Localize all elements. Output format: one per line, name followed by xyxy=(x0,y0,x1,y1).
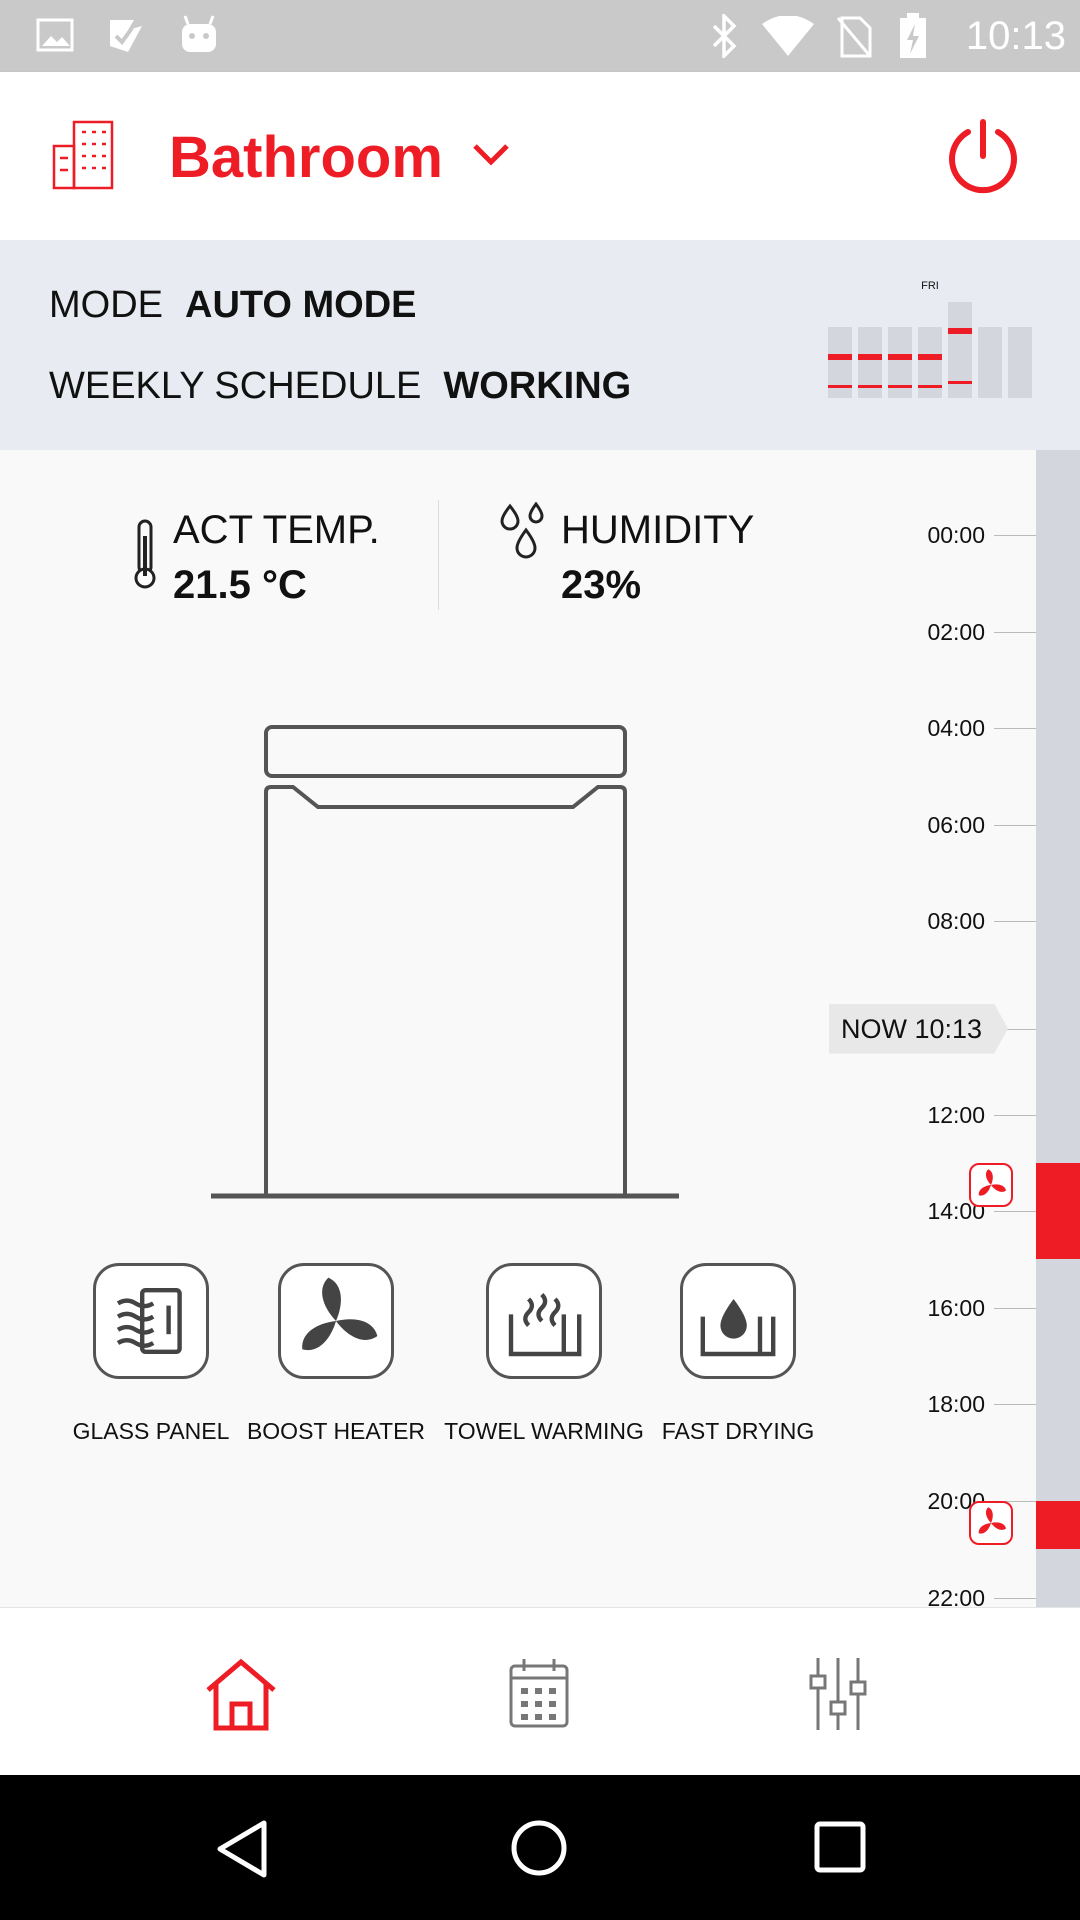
day-bar xyxy=(978,327,1002,398)
hour-label: 04:00 xyxy=(927,715,985,742)
app-header: Bathroom xyxy=(0,72,1080,240)
battery-charging-icon xyxy=(900,13,926,58)
schedule-block[interactable] xyxy=(1036,1501,1080,1550)
bluetooth-icon xyxy=(712,14,737,58)
hour-label: 00:00 xyxy=(927,522,985,548)
mode-row: MODE AUTO MODE xyxy=(49,284,417,327)
day-bar xyxy=(858,327,882,398)
day-timeline: 00:00 02:00 04:00 06:00 08:00 12:00 14:00 16:00… xyxy=(0,450,1080,1611)
status-bar: 10:13 xyxy=(0,0,1080,72)
schedule-label: WEEKLY SCHEDULE xyxy=(49,365,422,407)
hour-gridline xyxy=(994,1404,1036,1406)
hour-gridline xyxy=(994,1211,1036,1213)
hour-gridline xyxy=(994,1307,1036,1309)
mode-label: MODE xyxy=(49,284,163,326)
back-icon[interactable] xyxy=(214,1819,270,1879)
home-circle-icon[interactable] xyxy=(510,1819,568,1877)
building-icon[interactable] xyxy=(52,120,116,192)
hour-gridline xyxy=(994,631,1036,633)
hour-gridline xyxy=(994,728,1036,730)
week-schedule-preview[interactable] xyxy=(828,240,1038,450)
main-content: ACT TEMP. 21.5 °C HUMIDITY 23% GLASS PAN… xyxy=(0,450,1080,1611)
hour-gridline xyxy=(994,535,1036,536)
check-icon xyxy=(110,20,142,52)
hour-gridline xyxy=(994,824,1036,826)
sliders-icon[interactable] xyxy=(806,1656,870,1732)
chevron-down-icon[interactable] xyxy=(472,142,510,168)
hour-label: 12:00 xyxy=(927,1101,985,1128)
hour-label: 14:00 xyxy=(927,1198,985,1225)
fan-icon[interactable] xyxy=(969,1162,1013,1207)
no-sim-icon xyxy=(836,16,872,58)
hour-label: 18:00 xyxy=(927,1391,985,1418)
hour-gridline xyxy=(994,921,1036,923)
day-bar xyxy=(888,327,912,398)
wifi-icon xyxy=(762,16,814,56)
home-icon[interactable] xyxy=(204,1658,278,1732)
mode-value: AUTO MODE xyxy=(185,284,417,326)
hour-gridline xyxy=(994,1597,1036,1599)
schedule-block[interactable] xyxy=(1036,1162,1080,1260)
hour-label: 08:00 xyxy=(927,908,985,935)
power-icon[interactable] xyxy=(944,118,1022,196)
day-bar xyxy=(918,327,942,398)
image-icon xyxy=(36,18,74,52)
day-bar xyxy=(828,327,852,398)
now-marker: NOW 10:13 xyxy=(829,1004,1008,1054)
system-nav-bar xyxy=(0,1775,1080,1920)
hour-label: 20:00 xyxy=(927,1488,985,1514)
clock: 10:13 xyxy=(965,14,1066,58)
room-selector[interactable]: Bathroom xyxy=(169,124,443,191)
bottom-nav xyxy=(0,1607,1080,1775)
hour-label: 16:00 xyxy=(927,1294,985,1321)
day-bar xyxy=(1008,327,1032,398)
hour-gridline xyxy=(994,1114,1036,1116)
hour-label: 02:00 xyxy=(927,618,985,645)
mode-panel[interactable]: MODE AUTO MODE WEEKLY SCHEDULE WORKING FRI xyxy=(0,240,1080,450)
recents-icon[interactable] xyxy=(814,1821,866,1873)
fan-icon[interactable] xyxy=(969,1501,1013,1545)
schedule-value: WORKING xyxy=(443,365,632,407)
calendar-icon[interactable] xyxy=(508,1656,570,1730)
timeline-track[interactable] xyxy=(1036,450,1080,1607)
schedule-row: WEEKLY SCHEDULE WORKING xyxy=(49,365,631,408)
hour-label: 06:00 xyxy=(927,811,985,838)
day-bar xyxy=(948,302,972,398)
android-icon xyxy=(182,15,216,52)
